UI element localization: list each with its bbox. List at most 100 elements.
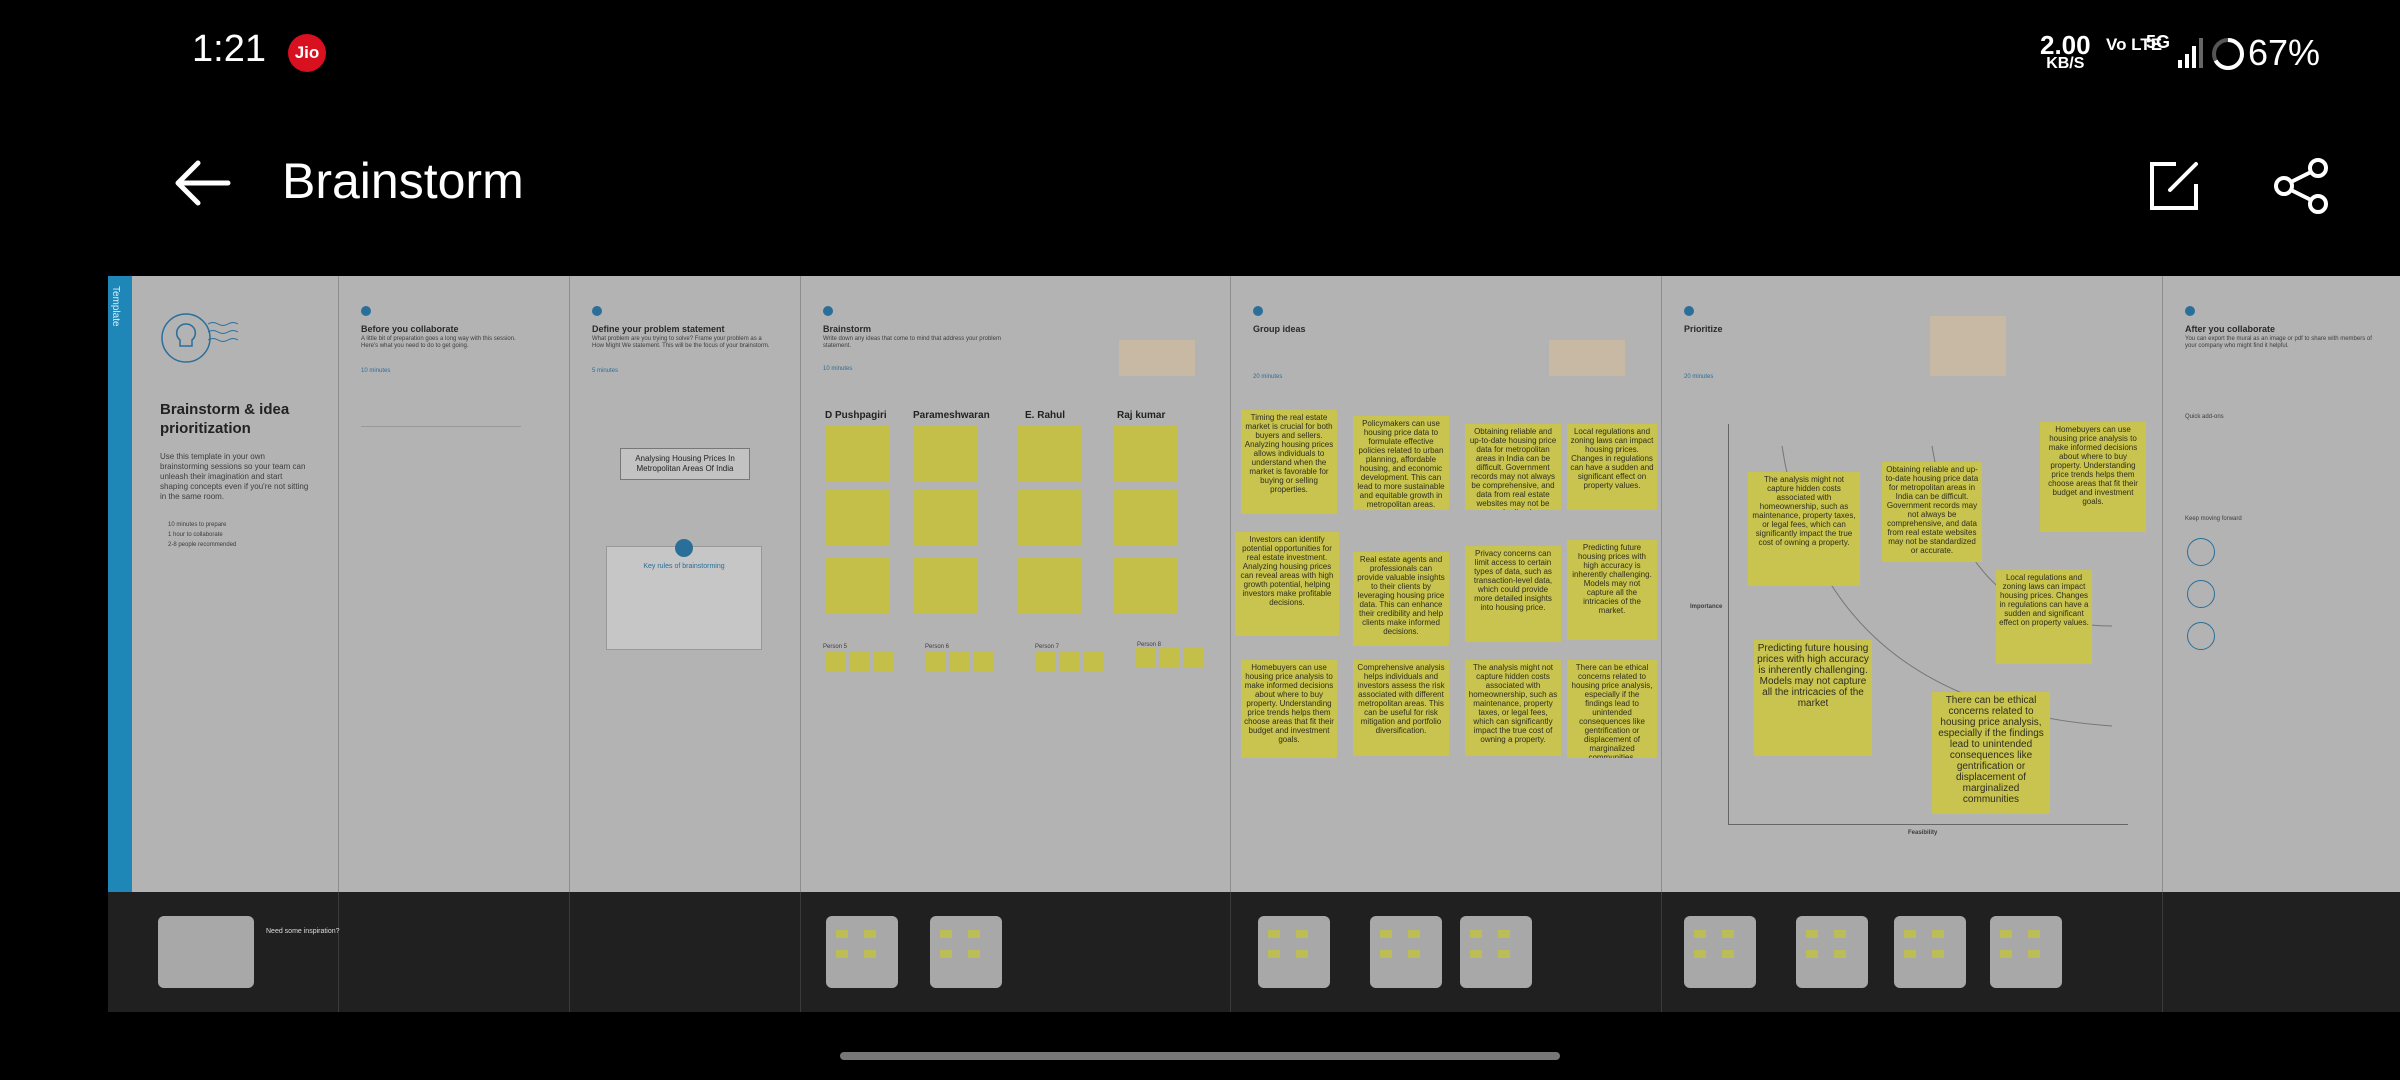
lightbulb-icon <box>161 313 239 363</box>
edit-icon[interactable] <box>2146 158 2202 214</box>
person-5-label: Person 5 <box>823 644 848 650</box>
section-thumbnail[interactable] <box>1370 916 1442 988</box>
x-axis-label: Feasibility <box>1908 830 1938 836</box>
prioritize-panel: Prioritize 20 minutes Importance Feasibi… <box>1662 276 2163 892</box>
empty-sticky[interactable] <box>1159 648 1179 668</box>
network-type: 5G <box>2146 32 2171 52</box>
priority-sticky-note[interactable]: Predicting future housing prices with hi… <box>1754 640 1872 756</box>
clock: 1:21 <box>192 28 266 70</box>
signal-icon <box>2178 38 2203 68</box>
network-speed: 2.00 KB/S <box>2040 30 2091 72</box>
carrier-badge: Jio <box>288 34 326 72</box>
brainstorm-sticky[interactable] <box>913 426 977 482</box>
brainstorm-sticky[interactable] <box>1017 558 1081 614</box>
brainstorm-sticky[interactable] <box>825 558 889 614</box>
arrow-left-icon[interactable] <box>172 158 232 208</box>
home-indicator[interactable] <box>840 1052 1560 1060</box>
priority-sticky-note[interactable]: Local regulations and zoning laws can im… <box>1996 570 2092 664</box>
empty-sticky[interactable] <box>1183 648 1203 668</box>
group-sticky-note[interactable]: Real estate agents and professionals can… <box>1353 552 1449 646</box>
group-sticky-note[interactable]: Obtaining reliable and up-to-date housin… <box>1465 424 1561 510</box>
priority-sticky-note[interactable]: There can be ethical concerns related to… <box>1932 692 2050 814</box>
empty-sticky[interactable] <box>949 652 969 672</box>
define-time: 5 minutes <box>592 368 619 374</box>
group-sticky-note[interactable]: There can be ethical concerns related to… <box>1567 660 1657 758</box>
section-thumbnail[interactable] <box>1796 916 1868 988</box>
empty-sticky[interactable] <box>1035 652 1055 672</box>
after-panel: After you collaborate You can export the… <box>2163 276 2400 892</box>
section-thumbnail[interactable] <box>1258 916 1330 988</box>
inspiration-title: Need some inspiration? <box>266 928 340 935</box>
brainstorm-sticky[interactable] <box>913 558 977 614</box>
group-sticky-note[interactable]: Local regulations and zoning laws can im… <box>1567 424 1657 510</box>
define-panel: Define your problem statement What probl… <box>570 276 801 892</box>
empty-sticky[interactable] <box>825 652 845 672</box>
section-thumbnail[interactable] <box>930 916 1002 988</box>
mural-board[interactable]: Template Brainstorm & idea prioritizatio… <box>108 276 2400 1012</box>
person-2-name: Parameshwaran <box>913 410 990 421</box>
before-time: 10 minutes <box>361 368 391 374</box>
cover-meta-1: 10 minutes to prepare <box>168 522 227 528</box>
empty-sticky[interactable] <box>1059 652 1079 672</box>
brainstorm-sticky[interactable] <box>1113 426 1177 482</box>
group-sticky-note[interactable]: Investors can identify potential opportu… <box>1235 532 1339 636</box>
group-sticky-note[interactable]: The analysis might not capture hidden co… <box>1465 660 1561 756</box>
priority-sticky-note[interactable]: Homebuyers can use housing price analysi… <box>2040 422 2146 532</box>
person-6-label: Person 6 <box>925 644 950 650</box>
brainstorm-sticky[interactable] <box>1113 558 1177 614</box>
section-thumbnail[interactable] <box>1684 916 1756 988</box>
group-sticky-note[interactable]: Timing the real estate market is crucial… <box>1241 410 1337 514</box>
brainstorm-sticky[interactable] <box>913 490 977 546</box>
prioritize-time: 20 minutes <box>1684 374 1714 380</box>
cover-panel: Brainstorm & idea prioritization Use thi… <box>132 276 339 892</box>
y-axis-label: Importance <box>1690 604 1723 610</box>
empty-sticky[interactable] <box>1135 648 1155 668</box>
before-panel: Before you collaborate A little bit of p… <box>339 276 570 892</box>
after-title: After you collaborate <box>2185 324 2276 334</box>
page-title: Brainstorm <box>282 153 524 209</box>
brainstorm-sticky[interactable] <box>825 490 889 546</box>
empty-sticky[interactable] <box>849 652 869 672</box>
cover-description: Use this template in your own brainstorm… <box>160 452 309 501</box>
problem-statement[interactable]: Analysing Housing Prices In Metropolitan… <box>620 448 750 480</box>
rules-title: Key rules of brainstorming <box>643 563 725 570</box>
group-sticky-note[interactable]: Homebuyers can use housing price analysi… <box>1241 660 1337 758</box>
cover-meta-3: 2-8 people recommended <box>168 542 237 548</box>
brainstorm-sticky[interactable] <box>1113 490 1177 546</box>
cover-meta-2: 1 hour to collaborate <box>168 532 223 538</box>
group-sticky-note[interactable]: Predicting future housing prices with hi… <box>1567 540 1657 640</box>
group-sticky-note[interactable]: Policymakers can use housing price data … <box>1353 416 1449 510</box>
brainstorm-title: Brainstorm <box>823 324 872 334</box>
battery-icon <box>2212 38 2244 70</box>
empty-sticky[interactable] <box>925 652 945 672</box>
tip-card <box>1549 340 1625 376</box>
group-title: Group ideas <box>1253 324 1306 334</box>
tip-card <box>1119 340 1195 376</box>
empty-sticky[interactable] <box>1083 652 1103 672</box>
brainstorm-time: 10 minutes <box>823 366 853 372</box>
quick-add-title: Quick add-ons <box>2185 414 2224 420</box>
cover-title: Brainstorm & idea prioritization <box>160 401 290 437</box>
group-sticky-note[interactable]: Comprehensive analysis helps individuals… <box>1353 660 1449 756</box>
empty-sticky[interactable] <box>873 652 893 672</box>
after-desc: You can export the mural as an image or … <box>2185 336 2372 349</box>
section-thumbnail[interactable] <box>1990 916 2062 988</box>
group-sticky-note[interactable]: Privacy concerns can limit access to cer… <box>1465 546 1561 642</box>
brainstorm-sticky[interactable] <box>1017 426 1081 482</box>
prioritize-title: Prioritize <box>1684 324 1723 334</box>
status-bar: 1:21 Jio 2.00 KB/S Vo LTE 5G 67% <box>0 0 2400 110</box>
before-desc: A little bit of preparation goes a long … <box>361 336 516 349</box>
section-thumbnail[interactable] <box>826 916 898 988</box>
cover-thumbnail[interactable] <box>158 916 254 988</box>
person-3-name: E. Rahul <box>1025 410 1066 421</box>
share-icon[interactable] <box>2272 156 2332 216</box>
section-thumbnail[interactable] <box>1460 916 1532 988</box>
brainstorm-sticky[interactable] <box>825 426 889 482</box>
empty-sticky[interactable] <box>973 652 993 672</box>
person-4-name: Raj kumar <box>1117 410 1166 421</box>
section-thumbnail[interactable] <box>1894 916 1966 988</box>
priority-sticky-note[interactable]: The analysis might not capture hidden co… <box>1748 472 1860 586</box>
brainstorm-sticky[interactable] <box>1017 490 1081 546</box>
priority-sticky-note[interactable]: Obtaining reliable and up-to-date housin… <box>1882 462 1982 562</box>
keep-moving-title: Keep moving forward <box>2185 516 2242 522</box>
